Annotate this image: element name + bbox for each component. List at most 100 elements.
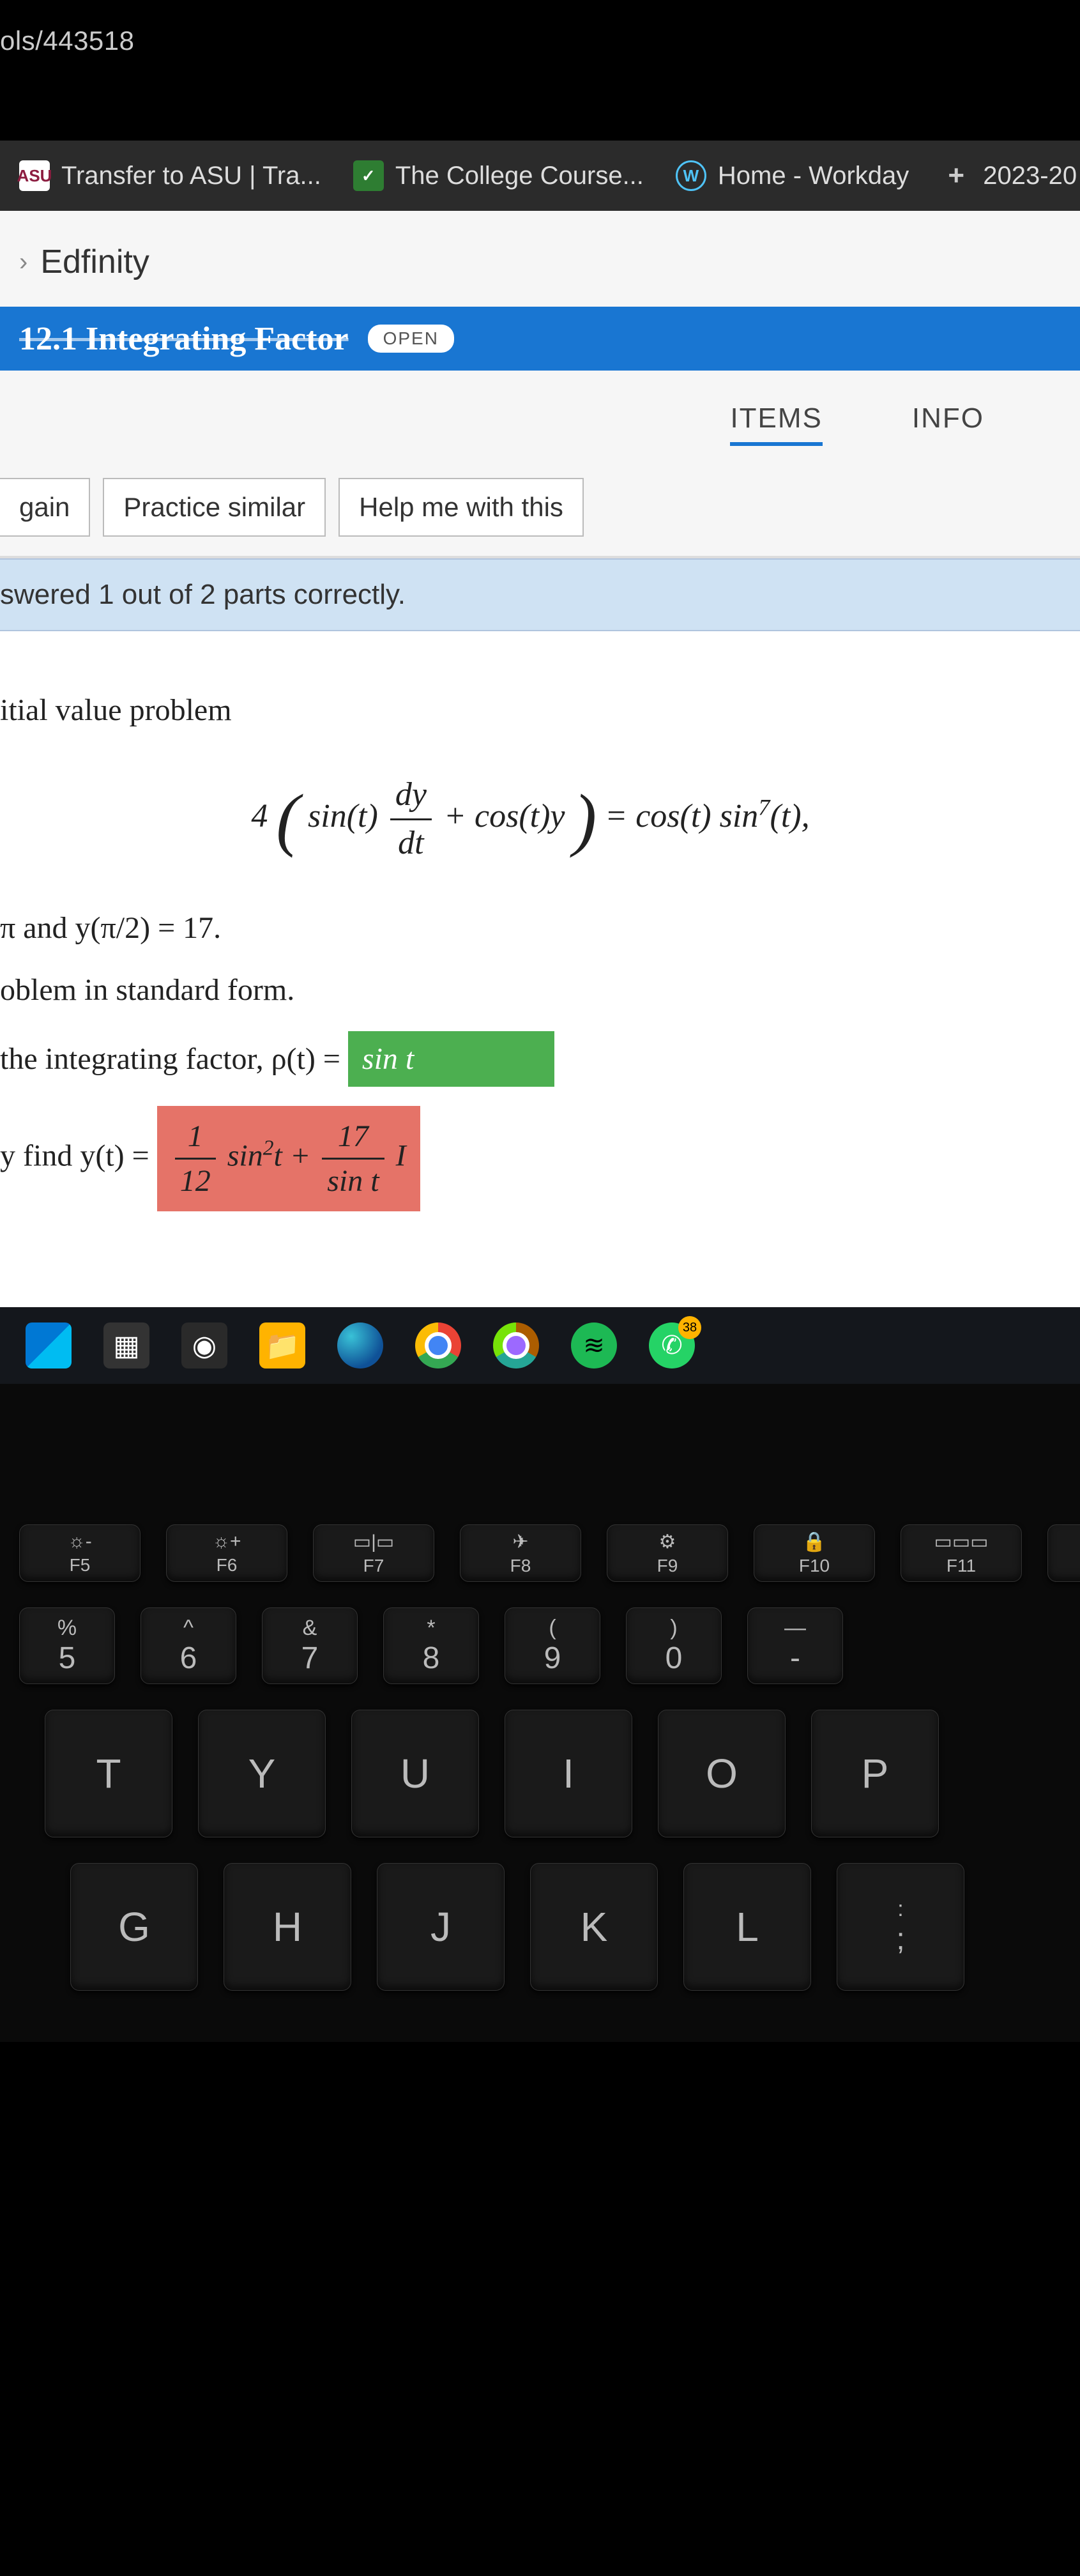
key-8: *8 — [383, 1607, 479, 1684]
eq-dy: dy — [390, 772, 432, 820]
practice-similar-button[interactable]: Practice similar — [103, 478, 326, 537]
breadcrumb-item[interactable]: Edfinity — [40, 243, 149, 281]
breadcrumb: › Edfinity — [0, 211, 1080, 307]
problem-intro: itial value problem — [0, 689, 1061, 732]
page-content: › Edfinity 12.1 Integrating Factor OPEN … — [0, 211, 1080, 1384]
paren-right-icon: ) — [573, 780, 597, 858]
help-me-button[interactable]: Help me with this — [338, 478, 584, 537]
y-sin: sin — [227, 1138, 263, 1172]
eq-dy-dt: dy dt — [390, 772, 432, 867]
bookmark-workday[interactable]: W Home - Workday — [676, 160, 909, 191]
whatsapp-badge: 38 — [678, 1316, 701, 1339]
key-t: T — [45, 1710, 172, 1837]
tab-info[interactable]: INFO — [912, 402, 984, 446]
standard-form-line: oblem in standard form. — [0, 969, 1061, 1011]
y-frac-17-sint: 17 sin t — [322, 1115, 384, 1202]
bookmark-new[interactable]: + 2023-20 — [941, 160, 1077, 191]
key-f10: 🔒F10 — [754, 1524, 875, 1582]
asu-icon: ASU — [19, 160, 50, 191]
y-solution-line: y find y(t) = 1 12 sin2t + 17 sin t I — [0, 1106, 1061, 1211]
college-icon: ✓ — [353, 160, 384, 191]
key-i: I — [505, 1710, 632, 1837]
key-g: G — [70, 1863, 198, 1991]
y-tail: I — [396, 1138, 406, 1172]
key-o: O — [658, 1710, 786, 1837]
workday-icon: W — [676, 160, 706, 191]
y-frac-1-12: 1 12 — [175, 1115, 216, 1202]
rho-prefix: the integrating factor, ρ(t) = — [0, 1042, 348, 1076]
key-f6: ☼+F6 — [166, 1524, 287, 1582]
key-semicolon: :; — [837, 1863, 964, 1991]
bookmark-label: 2023-20 — [983, 162, 1077, 190]
y-frac1-den: 12 — [175, 1160, 216, 1202]
physical-keyboard: ☼-F5 ☼+F6 ▭|▭F7 ✈F8 ⚙F9 🔒F10 ▭▭▭F11 ⊞F12 %5 ^6&7… — [0, 1384, 1080, 2042]
eq-exponent: 7 — [758, 795, 770, 820]
y-plus: t + — [274, 1138, 319, 1172]
key-0: )0 — [626, 1607, 722, 1684]
section-title: 12.1 Integrating Factor — [19, 320, 349, 358]
spotify-icon[interactable]: ≋ — [571, 1322, 617, 1368]
chevron-right-icon: › — [19, 248, 27, 277]
key-f8: ✈F8 — [460, 1524, 581, 1582]
key-j: J — [377, 1863, 505, 1991]
key-f7: ▭|▭F7 — [313, 1524, 434, 1582]
key-f11: ▭▭▭F11 — [901, 1524, 1022, 1582]
key-y: Y — [198, 1710, 326, 1837]
address-bar-url: ols/443518 — [0, 0, 1080, 56]
eq-plus-term: + cos(t)y — [444, 798, 565, 834]
bookmark-label: Transfer to ASU | Tra... — [61, 162, 321, 190]
key-h: H — [224, 1863, 351, 1991]
initial-condition: π and y(π/2) = 17. — [0, 907, 1061, 949]
bookmark-asu[interactable]: ASU Transfer to ASU | Tra... — [19, 160, 321, 191]
key-f12: ⊞F12 — [1047, 1524, 1080, 1582]
try-again-button[interactable]: gain — [0, 478, 90, 537]
key-u: U — [351, 1710, 479, 1837]
differential-equation: 4 ( sin(t) dy dt + cos(t)y ) = cos(t) si… — [0, 770, 1061, 868]
bookmarks-bar: ASU Transfer to ASU | Tra... ✓ The Colle… — [0, 141, 1080, 211]
eq-coef: 4 — [251, 798, 268, 834]
bookmark-label: The College Course... — [395, 162, 644, 190]
key-f5: ☼-F5 — [19, 1524, 141, 1582]
key-f9: ⚙F9 — [607, 1524, 728, 1582]
eq-sin: sin(t) — [308, 798, 378, 834]
eq-dt: dt — [390, 820, 432, 867]
problem-area: itial value problem 4 ( sin(t) dy dt + c… — [0, 631, 1080, 1307]
key-9: (9 — [505, 1607, 600, 1684]
paren-left-icon: ( — [276, 780, 300, 858]
action-row: gain Practice similar Help me with this — [0, 459, 1080, 558]
open-badge: OPEN — [368, 325, 454, 353]
key-5: %5 — [19, 1607, 115, 1684]
windows-taskbar: ▦ ◉ 📁 ≋ ✆ 38 — [0, 1307, 1080, 1384]
bookmark-label: Home - Workday — [718, 162, 909, 190]
section-banner: 12.1 Integrating Factor OPEN — [0, 307, 1080, 371]
tab-items[interactable]: ITEMS — [730, 402, 822, 446]
key-l: L — [683, 1863, 811, 1991]
key-p: P — [811, 1710, 939, 1837]
key-6: ^6 — [141, 1607, 236, 1684]
tabs-row: ITEMS INFO — [0, 371, 1080, 459]
task-view-icon[interactable]: ▦ — [103, 1322, 149, 1368]
whatsapp-icon[interactable]: ✆ 38 — [649, 1322, 695, 1368]
feedback-message: swered 1 out of 2 parts correctly. — [0, 558, 1080, 631]
eq-rhs: = cos(t) sin — [605, 798, 758, 834]
camera-icon[interactable]: ◉ — [181, 1322, 227, 1368]
bookmark-college[interactable]: ✓ The College Course... — [353, 160, 644, 191]
y-frac2-num: 17 — [322, 1115, 384, 1160]
file-explorer-icon[interactable]: 📁 — [259, 1322, 305, 1368]
edge-browser-icon[interactable] — [337, 1322, 383, 1368]
chrome-canary-icon[interactable] — [493, 1322, 539, 1368]
y-frac1-num: 1 — [175, 1115, 216, 1160]
integrating-factor-line: the integrating factor, ρ(t) = sin t — [0, 1031, 1061, 1087]
start-menu-icon[interactable] — [26, 1322, 72, 1368]
chrome-browser-icon[interactable] — [415, 1322, 461, 1368]
key-k: K — [530, 1863, 658, 1991]
key--: —- — [747, 1607, 843, 1684]
y-prefix: y find y(t) = — [0, 1138, 157, 1172]
y-frac2-den: sin t — [322, 1160, 384, 1202]
plus-icon: + — [941, 160, 971, 191]
key-7: &7 — [262, 1607, 358, 1684]
y-exp: 2 — [263, 1136, 274, 1160]
eq-rhs-tail: (t), — [770, 798, 810, 834]
rho-answer-correct[interactable]: sin t — [348, 1031, 554, 1087]
y-answer-incorrect[interactable]: 1 12 sin2t + 17 sin t I — [157, 1106, 420, 1211]
